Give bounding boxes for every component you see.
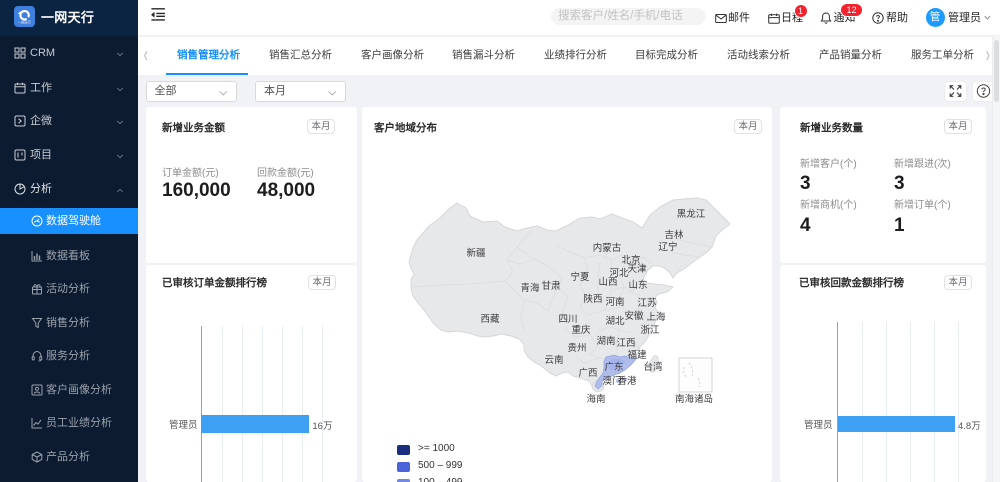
- svg-text:一网天行: 一网天行: [18, 20, 32, 25]
